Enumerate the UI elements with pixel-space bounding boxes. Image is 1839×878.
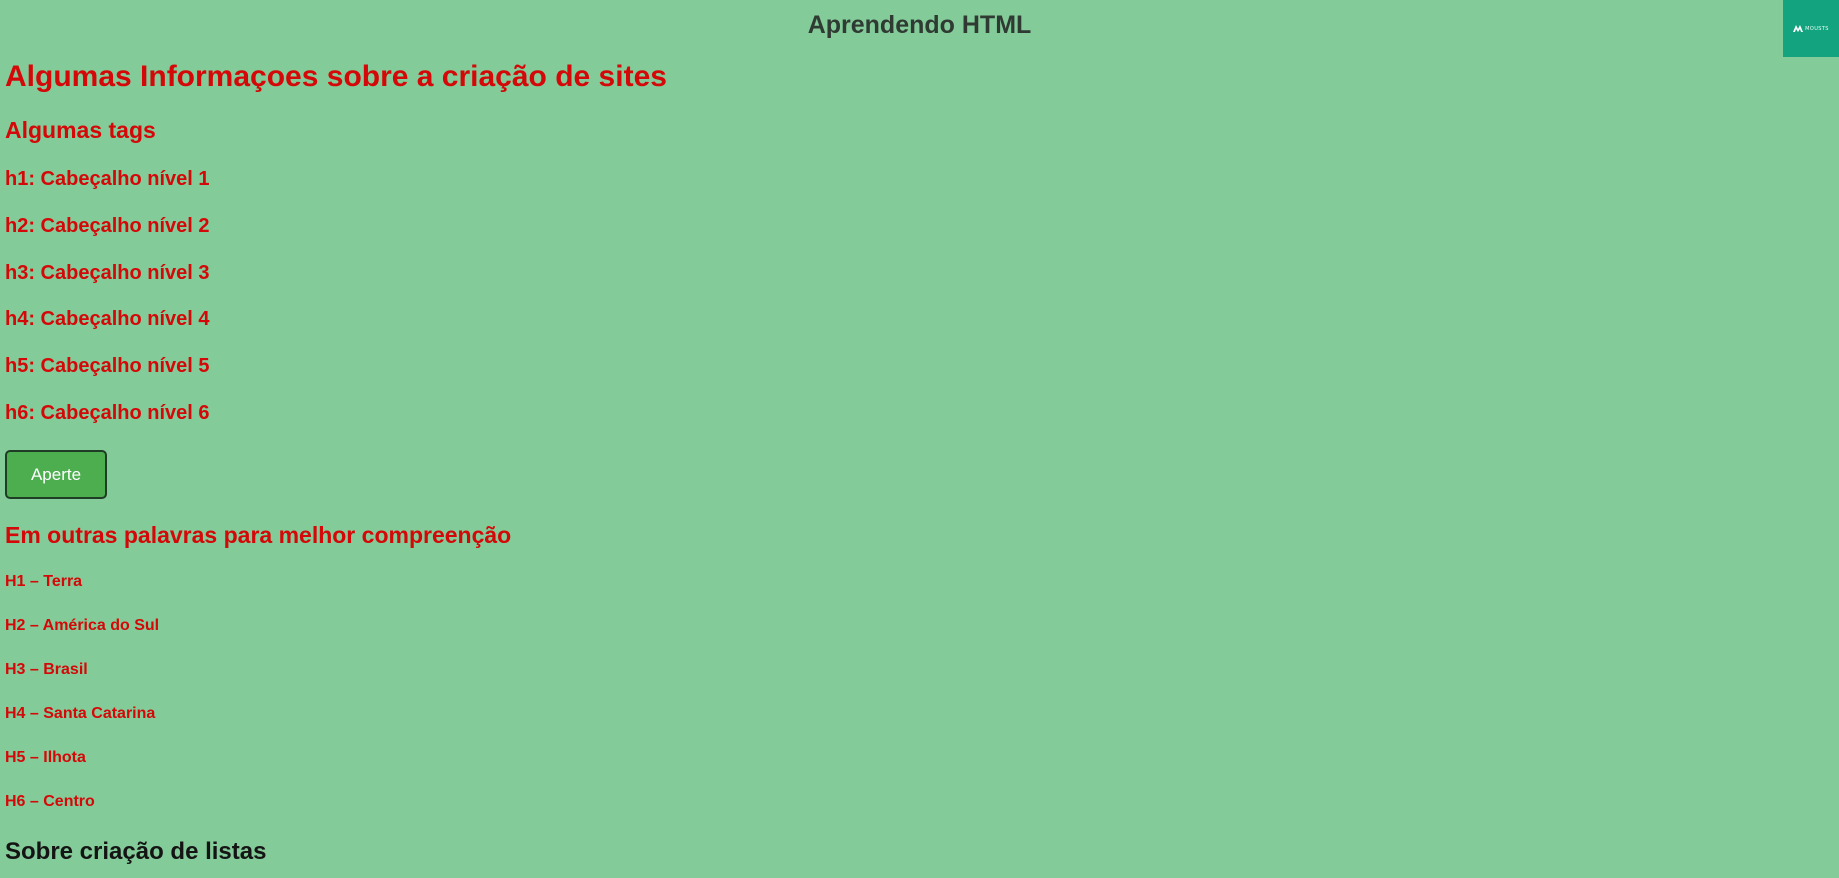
geo-item-h4: H4 – Santa Catarina <box>5 705 156 722</box>
page-title: Aprendendo HTML <box>807 11 1032 39</box>
tag-item-h2: h2: Cabeçalho nível 2 <box>5 215 210 237</box>
tag-item-h5: h5: Cabeçalho nível 5 <box>5 355 210 377</box>
corner-badge[interactable]: MOUSTS <box>1783 0 1839 57</box>
geo-item-h1: H1 – Terra <box>5 573 83 590</box>
aperte-button[interactable]: Aperte <box>5 450 107 499</box>
tags-heading: Algumas tags <box>5 117 156 143</box>
lists-heading: Sobre criação de listas <box>5 838 267 865</box>
logo-icon <box>1793 25 1804 32</box>
geo-item-h3: H3 – Brasil <box>5 661 88 678</box>
tag-item-h1: h1: Cabeçalho nível 1 <box>5 168 210 190</box>
geo-item-h6: H6 – Centro <box>5 793 95 810</box>
geo-item-h2: H2 – América do Sul <box>5 617 160 634</box>
main-heading: Algumas Informaçoes sobre a criação de s… <box>5 60 667 93</box>
badge-label: MOUSTS <box>1805 25 1829 32</box>
tag-item-h6: h6: Cabeçalho nível 6 <box>5 402 210 424</box>
explain-heading: Em outras palavras para melhor compreenç… <box>5 522 512 548</box>
geo-item-h5: H5 – Ilhota <box>5 749 86 766</box>
tag-item-h4: h4: Cabeçalho nível 4 <box>5 308 210 330</box>
tag-item-h3: h3: Cabeçalho nível 3 <box>5 262 210 284</box>
